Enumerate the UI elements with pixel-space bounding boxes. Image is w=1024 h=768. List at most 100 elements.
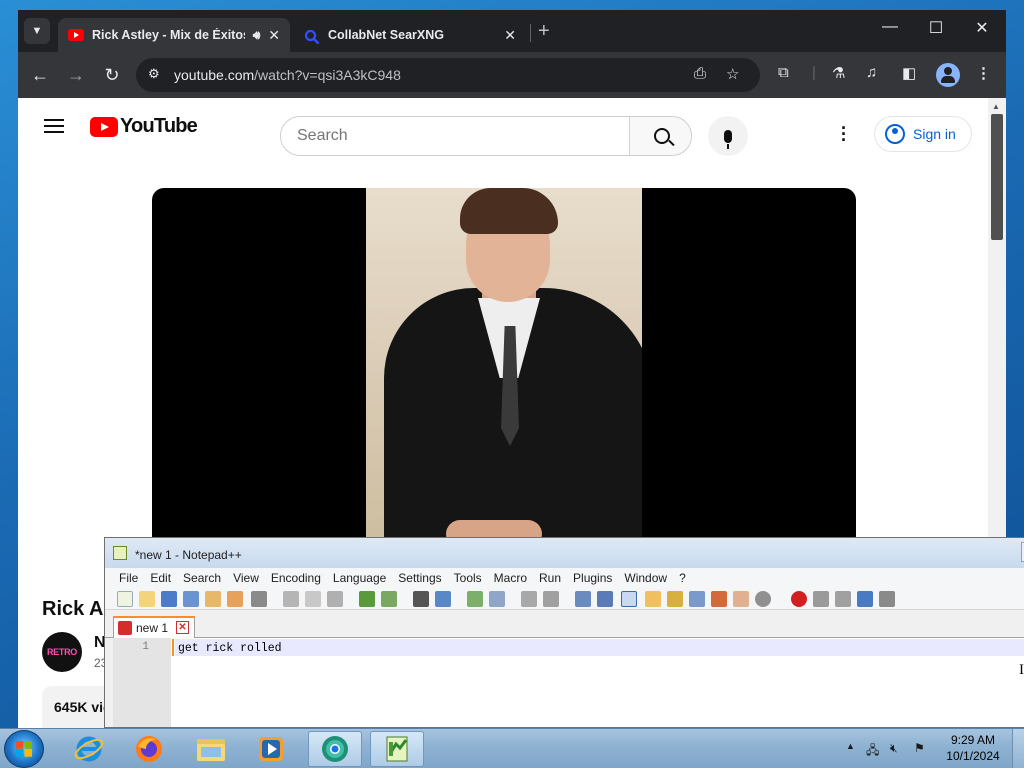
menu-window[interactable]: Window (624, 571, 667, 588)
close-file-icon[interactable] (205, 591, 221, 607)
taskbar-file-explorer[interactable] (184, 731, 238, 767)
action-center-flag-icon[interactable]: ⚑ (914, 741, 925, 755)
sync-horizontal-icon[interactable] (543, 591, 559, 607)
video-description-box[interactable]: 645K views (42, 686, 112, 728)
menu-edit[interactable]: Edit (150, 571, 171, 588)
redo-icon[interactable] (381, 591, 397, 607)
speaker-icon[interactable]: 🔊︎ (253, 28, 261, 43)
save-macro-icon[interactable] (879, 591, 895, 607)
menu-run[interactable]: Run (539, 571, 561, 588)
word-wrap-icon[interactable] (575, 591, 591, 607)
menu-view[interactable]: View (233, 571, 259, 588)
menu-settings[interactable]: Settings (398, 571, 441, 588)
taskbar-chrome[interactable] (308, 731, 362, 767)
chrome-menu-icon[interactable]: ⋮ (976, 64, 991, 82)
extensions-icon[interactable]: ⧉ (778, 64, 789, 81)
search-button[interactable] (629, 117, 691, 155)
url-text[interactable]: youtube.com/watch?v=qsi3A3kC948 (174, 67, 401, 83)
bookmark-star-icon[interactable]: ☆ (726, 65, 739, 83)
tab-search-button[interactable]: ▼ (24, 18, 50, 44)
channel-avatar[interactable]: RETRO (42, 632, 82, 672)
taskbar-media-player[interactable] (244, 731, 298, 767)
sync-vertical-icon[interactable] (521, 591, 537, 607)
run-macro-multiple-icon[interactable] (857, 591, 873, 607)
profile-avatar-icon[interactable] (936, 63, 960, 87)
close-window-button[interactable]: ✕ (962, 18, 1002, 38)
system-clock[interactable]: 9:29 AM 10/1/2024 (938, 732, 1008, 764)
notepadpp-titlebar[interactable]: *new 1 - Notepad++ (105, 538, 1024, 568)
settings-menu-icon[interactable]: · · · (841, 119, 847, 149)
zoom-out-icon[interactable] (489, 591, 505, 607)
show-all-chars-icon[interactable] (597, 591, 613, 607)
search-input[interactable] (281, 117, 629, 155)
start-button[interactable] (4, 730, 44, 768)
save-icon[interactable] (161, 591, 177, 607)
volume-muted-icon[interactable]: 🔇︎ (890, 741, 898, 756)
site-info-icon[interactable]: ⚙ (148, 66, 160, 82)
play-macro-icon[interactable] (835, 591, 851, 607)
scroll-up-arrow-icon[interactable]: ▲ (992, 102, 1000, 111)
menu-search[interactable]: Search (183, 571, 221, 588)
menu-encoding[interactable]: Encoding (271, 571, 321, 588)
taskbar-notepadpp[interactable] (370, 731, 424, 767)
menu-plugins[interactable]: Plugins (573, 571, 612, 588)
side-panel-icon[interactable]: ◧ (902, 64, 916, 82)
copy-icon[interactable] (305, 591, 321, 607)
maximize-button[interactable]: ☐ (916, 18, 956, 38)
menu-file[interactable]: File (119, 571, 138, 588)
show-hidden-icons-arrow[interactable]: ▲ (846, 741, 855, 751)
zoom-in-icon[interactable] (467, 591, 483, 607)
install-app-icon[interactable]: ⎙ (694, 65, 706, 82)
forward-arrow-icon[interactable]: → (64, 63, 88, 87)
function-list-icon[interactable] (711, 591, 727, 607)
close-all-icon[interactable] (227, 591, 243, 607)
close-tab-icon[interactable]: ✕ (176, 621, 189, 634)
stop-macro-icon[interactable] (813, 591, 829, 607)
taskbar-firefox[interactable] (122, 731, 176, 767)
print-icon[interactable] (251, 591, 267, 607)
folder-workspace-icon[interactable] (733, 591, 749, 607)
tab-youtube[interactable]: Rick Astley - Mix de Éxitos 🔊︎ ✕ (58, 18, 290, 52)
media-control-icon[interactable]: ♫ (866, 64, 877, 81)
menu-language[interactable]: Language (333, 571, 386, 588)
voice-search-button[interactable] (708, 116, 748, 156)
record-macro-icon[interactable] (791, 591, 807, 607)
menu-help[interactable]: ? (679, 571, 686, 588)
document-tab[interactable]: new 1 ✕ (113, 616, 195, 638)
cut-icon[interactable] (283, 591, 299, 607)
video-player[interactable] (152, 188, 856, 548)
tab-searxng[interactable]: CollabNet SearXNG ✕ (294, 18, 526, 52)
save-all-icon[interactable] (183, 591, 199, 607)
editor-text[interactable]: get rick rolled (178, 642, 282, 655)
menu-macro[interactable]: Macro (494, 571, 527, 588)
guide-menu-icon[interactable] (44, 119, 64, 133)
undo-icon[interactable] (359, 591, 375, 607)
reload-icon[interactable]: ↻ (100, 63, 124, 87)
indent-guide-icon[interactable] (621, 591, 637, 607)
doc-map-icon[interactable] (689, 591, 705, 607)
new-file-icon[interactable] (117, 591, 133, 607)
address-bar[interactable]: ⚙ youtube.com/watch?v=qsi3A3kC948 ⎙ ☆ (136, 58, 760, 92)
network-icon[interactable]: 🖧︎ (866, 741, 879, 762)
minimize-button[interactable]: — (870, 18, 910, 36)
labs-flask-icon[interactable]: ⚗ (832, 64, 845, 82)
taskbar-internet-explorer[interactable] (62, 731, 116, 767)
menu-tools[interactable]: Tools (454, 571, 482, 588)
language-icon[interactable] (645, 591, 661, 607)
youtube-logo[interactable]: YouTube (90, 115, 198, 138)
account-icon (885, 124, 905, 144)
close-tab-icon[interactable]: ✕ (504, 27, 516, 44)
show-desktop-button[interactable] (1012, 729, 1024, 768)
replace-icon[interactable] (435, 591, 451, 607)
paste-icon[interactable] (327, 591, 343, 607)
monitoring-icon[interactable] (755, 591, 771, 607)
editor-area[interactable]: 1 get rick rolled I (113, 638, 1024, 727)
sign-in-button[interactable]: Sign in (874, 116, 972, 152)
open-file-icon[interactable] (139, 591, 155, 607)
close-tab-icon[interactable]: ✕ (268, 27, 280, 44)
udl-icon[interactable] (667, 591, 683, 607)
find-icon[interactable] (413, 591, 429, 607)
scroll-thumb[interactable] (991, 114, 1003, 240)
new-tab-button[interactable]: + (538, 20, 550, 43)
back-arrow-icon[interactable]: ← (28, 63, 52, 87)
